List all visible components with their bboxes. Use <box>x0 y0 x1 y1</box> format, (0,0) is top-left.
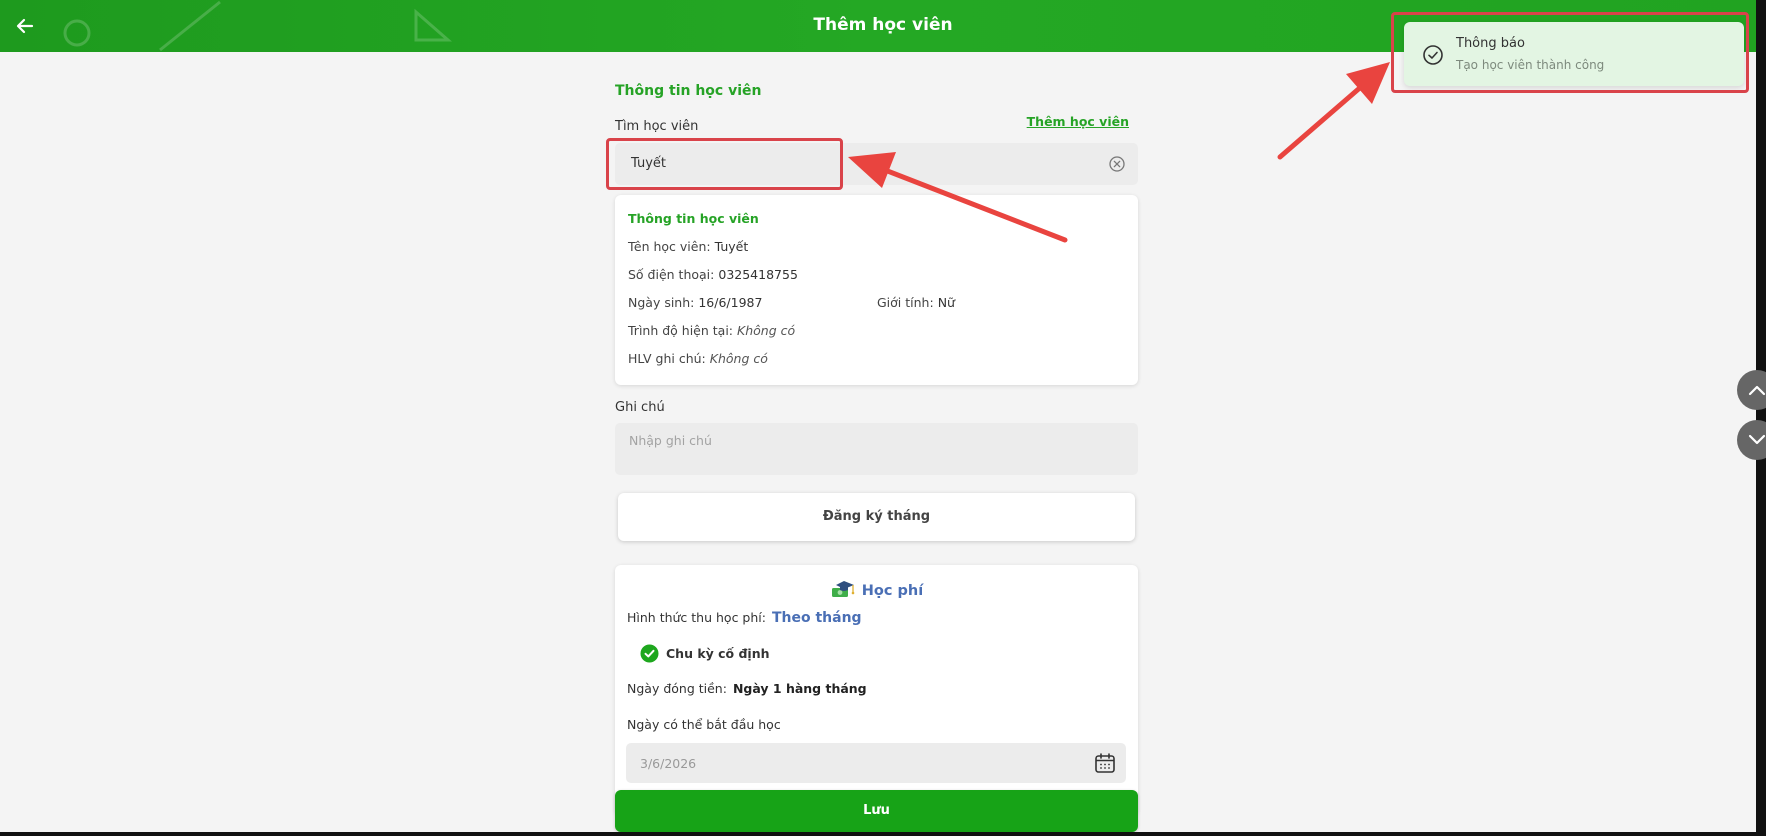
student-gender-row: Giới tính: Nữ <box>877 295 955 310</box>
pay-day-row: Ngày đóng tiền: Ngày 1 hàng tháng <box>627 681 867 696</box>
register-month-button[interactable]: Đăng ký tháng <box>618 493 1135 541</box>
coach-note-label: HLV ghi chú: <box>628 351 706 366</box>
student-name-value: Tuyết <box>714 239 749 254</box>
scroll-up-button[interactable] <box>1737 370 1766 410</box>
fee-method-value[interactable]: Theo tháng <box>772 610 862 626</box>
fixed-cycle-checkbox[interactable]: Chu kỳ cố định <box>640 644 770 664</box>
tuition-fee-header: Học phí <box>615 579 1138 599</box>
student-level-label: Trình độ hiện tại: <box>628 323 734 338</box>
start-date-value: 3/6/2026 <box>640 756 697 771</box>
student-level-value: Không có <box>737 323 796 338</box>
annotation-box-toast <box>1391 12 1749 93</box>
student-phone-label: Số điện thoại: <box>628 267 715 282</box>
chevron-down-icon <box>1748 434 1766 445</box>
annotation-arrow-to-toast <box>1277 62 1390 160</box>
add-student-link[interactable]: Thêm học viên <box>1027 114 1129 129</box>
save-button[interactable]: Lưu <box>615 790 1138 832</box>
tuition-fee-title: Học phí <box>861 583 924 599</box>
start-date-input[interactable]: 3/6/2026 <box>626 743 1126 783</box>
note-input[interactable] <box>615 423 1138 475</box>
fee-method-label: Hình thức thu học phí: <box>627 610 766 625</box>
student-info-card: Thông tin học viên Tên học viên: Tuyết Số… <box>615 195 1138 385</box>
note-label: Ghi chú <box>615 400 665 415</box>
pay-day-value: Ngày 1 hàng tháng <box>732 681 867 696</box>
student-name-label: Tên học viên: <box>628 239 711 254</box>
student-name-row: Tên học viên: Tuyết <box>628 239 748 254</box>
section-title: Thông tin học viên <box>615 83 762 99</box>
clear-circle-icon[interactable] <box>1108 155 1126 173</box>
fee-method-row: Hình thức thu học phí: Theo tháng <box>627 610 862 626</box>
chevron-up-icon <box>1748 385 1766 396</box>
calendar-icon[interactable] <box>1094 752 1116 774</box>
student-phone-value: 0325418755 <box>718 267 798 282</box>
coach-note-value: Không có <box>709 351 768 366</box>
scroll-down-button[interactable] <box>1737 420 1766 460</box>
student-dob-value: 16/6/1987 <box>698 295 763 310</box>
student-gender-value: Nữ <box>937 295 955 310</box>
tuition-fee-card: Học phí Hình thức thu học phí: Theo tháng… <box>615 565 1138 815</box>
student-dob-label: Ngày sinh: <box>628 295 695 310</box>
student-phone-row: Số điện thoại: 0325418755 <box>628 267 798 282</box>
coach-note-row: HLV ghi chú: Không có <box>628 351 768 366</box>
window-bottom-edge <box>0 832 1766 836</box>
search-student-label: Tìm học viên <box>615 119 699 134</box>
pay-day-label: Ngày đóng tiền: <box>627 681 727 696</box>
window-edge <box>1756 0 1766 836</box>
graduation-cap-money-icon <box>831 581 855 597</box>
student-gender-label: Giới tính: <box>877 295 934 310</box>
start-date-label: Ngày có thể bắt đầu học <box>627 717 781 732</box>
student-dob-row: Ngày sinh: 16/6/1987 <box>628 295 762 310</box>
student-info-title: Thông tin học viên <box>628 211 759 226</box>
annotation-box-search <box>606 138 843 190</box>
fixed-cycle-label: Chu kỳ cố định <box>666 646 770 661</box>
check-circle-filled-icon <box>640 644 659 663</box>
student-level-row: Trình độ hiện tại: Không có <box>628 323 795 338</box>
